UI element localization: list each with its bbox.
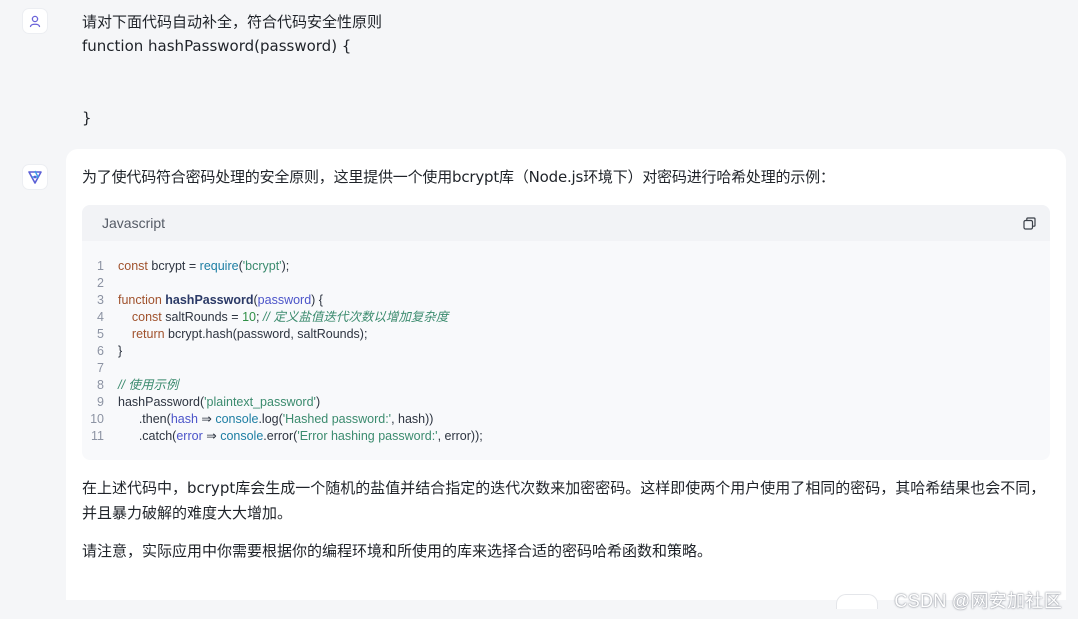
code-language-label: Javascript bbox=[102, 215, 166, 231]
line-number: 9 bbox=[97, 395, 104, 409]
code-text: // 使用示例 bbox=[118, 378, 179, 392]
code-line: 7 bbox=[82, 360, 1050, 377]
copy-icon bbox=[1022, 216, 1036, 230]
assistant-paragraph: 请注意，实际应用中你需要根据你的编程环境和所使用的库来选择合适的密码哈希函数和策… bbox=[82, 542, 713, 560]
assistant-paragraph: 在上述代码中，bcrypt库会生成一个随机的盐值并结合指定的迭代次数来加密密码。… bbox=[82, 479, 1046, 522]
code-text: .then(hash ⇒ console.log('Hashed passwor… bbox=[118, 412, 434, 426]
code-text: function hashPassword(password) { bbox=[118, 293, 323, 307]
line-number: 2 bbox=[97, 276, 104, 290]
assistant-message-card: 为了使代码符合密码处理的安全原则，这里提供一个使用bcrypt库（Node.js… bbox=[66, 149, 1066, 600]
code-line: 3 function hashPassword(password) { bbox=[82, 292, 1050, 309]
code-header: Javascript bbox=[82, 205, 1050, 241]
code-line: 2 bbox=[82, 275, 1050, 292]
code-line: 5 return bcrypt.hash(password, saltRound… bbox=[82, 326, 1050, 343]
line-number: 5 bbox=[97, 327, 104, 341]
code-line: 6 } bbox=[82, 343, 1050, 360]
line-number: 8 bbox=[97, 378, 104, 392]
user-message-line: 请对下面代码自动补全，符合代码安全性原则 bbox=[82, 13, 383, 31]
user-message-line: } bbox=[82, 109, 92, 127]
assistant-logo-icon bbox=[28, 170, 42, 184]
line-number: 4 bbox=[97, 310, 104, 324]
copy-button[interactable] bbox=[1020, 214, 1038, 232]
assistant-intro: 为了使代码符合密码处理的安全原则，这里提供一个使用bcrypt库（Node.js… bbox=[82, 168, 835, 186]
code-line: 11 .catch(error ⇒ console.error('Error h… bbox=[82, 428, 1050, 445]
code-line: 9 hashPassword('plaintext_password') bbox=[82, 394, 1050, 411]
user-message-line bbox=[82, 82, 1042, 106]
watermark: CSDN @网安加社区 bbox=[894, 591, 1062, 611]
code-text: return bcrypt.hash(password, saltRounds)… bbox=[131, 327, 368, 341]
user-message-line: function hashPassword(password) { bbox=[82, 37, 352, 55]
line-number: 3 bbox=[97, 293, 104, 307]
line-number: 10 bbox=[90, 412, 104, 426]
line-number: 11 bbox=[91, 429, 104, 443]
code-body: 1 const bcrypt = require('bcrypt'); 2 3 … bbox=[82, 241, 1050, 445]
user-avatar bbox=[22, 8, 48, 34]
code-line: 10 .then(hash ⇒ console.log('Hashed pass… bbox=[82, 411, 1050, 428]
line-number: 1 bbox=[97, 259, 104, 273]
code-block: Javascript 1 const bcrypt = require('bcr… bbox=[82, 205, 1050, 460]
code-text: hashPassword('plaintext_password') bbox=[118, 395, 321, 409]
code-text: } bbox=[118, 344, 123, 358]
user-icon bbox=[29, 15, 41, 28]
line-number: 6 bbox=[97, 344, 104, 358]
feedback-bubble bbox=[836, 594, 878, 609]
line-number: 7 bbox=[97, 361, 104, 375]
code-line: 8 // 使用示例 bbox=[82, 377, 1050, 394]
code-line: 4 const saltRounds = 10; // 定义盐值迭代次数以增加复… bbox=[82, 309, 1050, 326]
user-message-line bbox=[82, 58, 1042, 82]
user-message: 请对下面代码自动补全，符合代码安全性原则 function hashPasswo… bbox=[82, 10, 1042, 130]
chat-page: 请对下面代码自动补全，符合代码安全性原则 function hashPasswo… bbox=[0, 0, 1078, 619]
code-line: 1 const bcrypt = require('bcrypt'); bbox=[82, 258, 1050, 275]
code-text: const bcrypt = require('bcrypt'); bbox=[118, 259, 290, 273]
assistant-avatar bbox=[22, 164, 48, 190]
code-text: const saltRounds = 10; // 定义盐值迭代次数以增加复杂度 bbox=[131, 310, 449, 324]
code-text: .catch(error ⇒ console.error('Error hash… bbox=[118, 429, 483, 443]
